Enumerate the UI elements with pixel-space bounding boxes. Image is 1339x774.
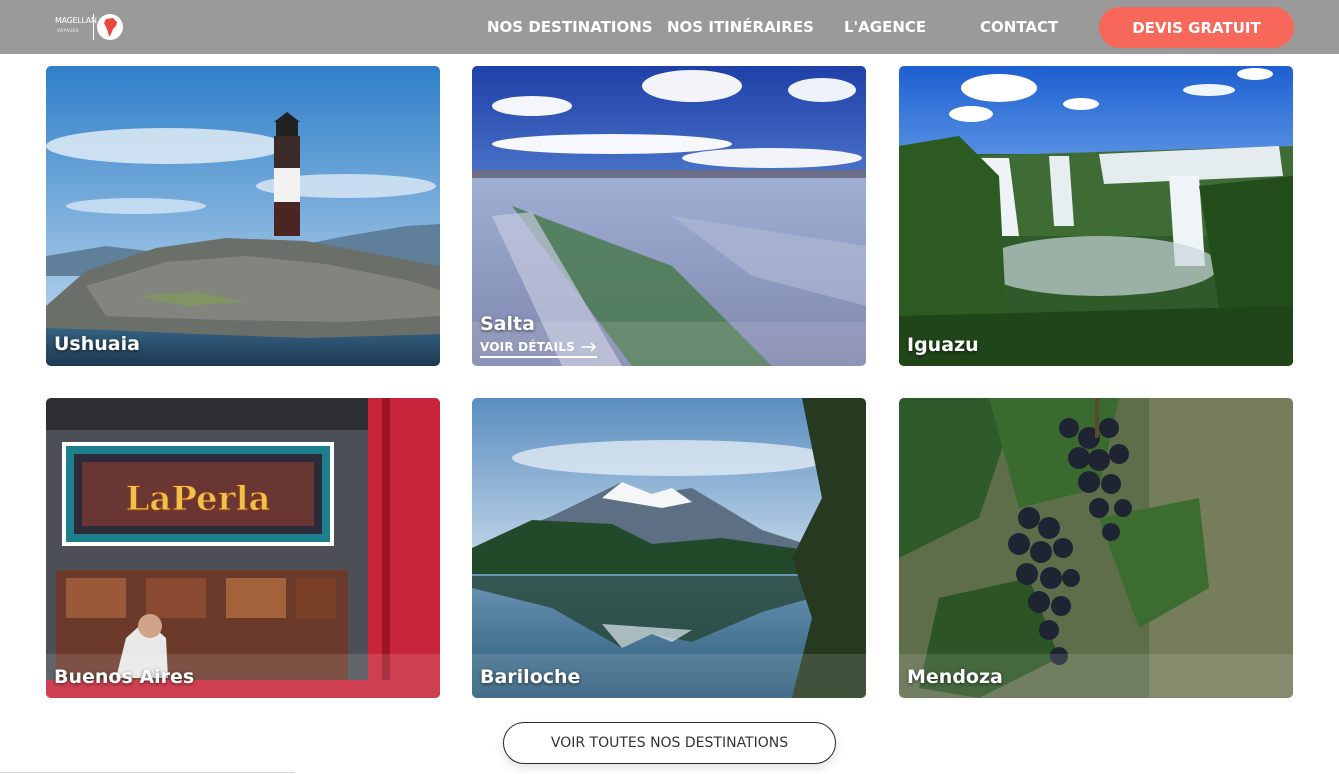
mendoza-vineyard-grapes-image [899, 398, 1293, 698]
destination-card-bariloche[interactable]: Bariloche [472, 398, 866, 698]
logo-text: MAGELLAN [55, 16, 97, 25]
nav-destinations[interactable]: NOS DESTINATIONS [487, 18, 653, 36]
arrow-right-icon [581, 342, 597, 352]
destination-title: Bariloche [480, 666, 581, 688]
ushuaia-lighthouse-image [46, 66, 440, 366]
destination-title: Buenos Aires [54, 666, 195, 688]
destination-title: Ushuaia [54, 333, 140, 355]
destination-card-salta[interactable]: Salta VOIR DÉTAILS [472, 66, 866, 366]
logo-separator [93, 14, 94, 40]
destination-card-mendoza[interactable]: Mendoza [899, 398, 1293, 698]
see-details-label: VOIR DÉTAILS [480, 340, 576, 354]
destination-title: Mendoza [907, 666, 1003, 688]
destination-card-iguazu[interactable]: Iguazu [899, 66, 1293, 366]
destination-card-buenos-aires[interactable]: LaPerla Buenos Aires [46, 398, 440, 698]
see-details-link[interactable]: VOIR DÉTAILS [480, 340, 598, 358]
bariloche-lake-image [472, 398, 866, 698]
destination-title: Salta [480, 313, 535, 335]
logo[interactable]: MAGELLAN VOYAGES [55, 12, 123, 42]
buenos-aires-la-perla-image: LaPerla [46, 398, 440, 698]
see-all-destinations-button[interactable]: VOIR TOUTES NOS DESTINATIONS [503, 722, 836, 764]
nav-contact[interactable]: CONTACT [980, 18, 1058, 36]
divider [0, 772, 294, 773]
nav-itineraries[interactable]: NOS ITINÉRAIRES [667, 18, 814, 36]
south-america-map-icon [97, 14, 123, 40]
svg-text:LaPerla: LaPerla [125, 479, 270, 519]
nav-agency[interactable]: L'AGENCE [844, 18, 926, 36]
site-header: MAGELLAN VOYAGES NOS DESTINATIONS NOS IT… [0, 0, 1339, 54]
destination-card-ushuaia[interactable]: Ushuaia [46, 66, 440, 366]
iguazu-waterfalls-image [899, 66, 1293, 366]
destination-title: Iguazu [907, 334, 979, 356]
logo-subtext: VOYAGES [57, 28, 80, 33]
free-quote-button[interactable]: DEVIS GRATUIT [1099, 7, 1294, 48]
